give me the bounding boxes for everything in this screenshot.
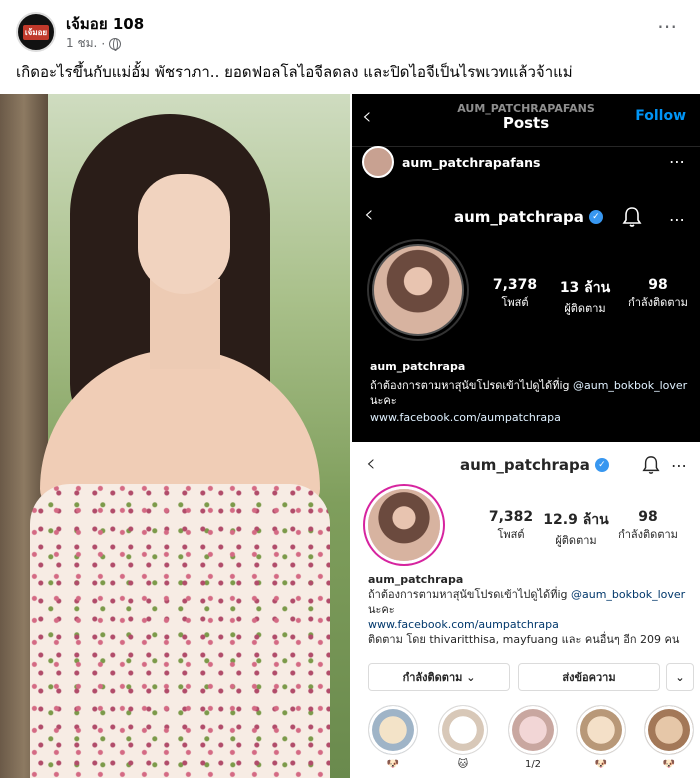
bio-link[interactable]: www.facebook.com/aumpatchrapa — [370, 410, 690, 425]
story-highlight[interactable] — [438, 705, 488, 755]
profile-username: aum_patchrapa ✓ — [454, 208, 603, 226]
post-photo[interactable] — [0, 94, 350, 778]
globe-icon — [109, 37, 122, 51]
following-button[interactable]: กำลังติดตาม ⌄ — [368, 663, 510, 691]
stat-followers[interactable]: 13 ล้าน ผู้ติดตาม — [550, 277, 620, 317]
suggested-dropdown-button[interactable]: ⌄ — [666, 663, 694, 691]
post-meta: 1 ชม. · — [66, 34, 122, 53]
highlight-label: 1/2 — [524, 759, 542, 770]
story-highlight[interactable] — [368, 705, 418, 755]
highlight-label: 🐶 — [386, 759, 400, 770]
highlight-label: 🐶 — [662, 759, 676, 770]
profile-picture[interactable] — [368, 489, 440, 561]
profile-bio: aum_patchrapa ถ้าต้องการตามหาสุนัขโปรดเข… — [368, 572, 694, 647]
stat-following[interactable]: 98 กำลังติดตาม — [608, 509, 688, 543]
stat-followers[interactable]: 12.9 ล้าน ผู้ติดตาม — [542, 509, 610, 549]
bell-icon[interactable] — [622, 206, 642, 228]
fan-account-avatar[interactable] — [362, 146, 394, 178]
bio-link[interactable]: www.facebook.com/aumpatchrapa — [368, 617, 694, 632]
post-more-icon[interactable]: ⋯ — [669, 152, 686, 171]
story-highlight[interactable] — [508, 705, 558, 755]
author-name[interactable]: เจ้มอย 108 — [66, 12, 144, 36]
followed-by[interactable]: ติดตาม โดย thivaritthisa, mayfuang และ ค… — [368, 632, 694, 647]
floral-dress — [30, 484, 330, 778]
ig-screenshot-dark[interactable]: ‹ AUM_PATCHRAPAFANS Posts Follow aum_pat… — [352, 94, 700, 442]
profile-username: aum_patchrapa ✓ — [460, 456, 609, 474]
profile-picture[interactable] — [372, 244, 464, 336]
back-arrow-icon[interactable]: ‹ — [366, 451, 376, 475]
story-highlight[interactable] — [644, 705, 694, 755]
stat-posts[interactable]: 7,382 โพสต์ — [478, 509, 544, 543]
post-time[interactable]: 1 ชม. — [66, 34, 97, 53]
verified-badge-icon: ✓ — [588, 210, 603, 224]
bio-mention[interactable]: @aum_bokbok_lover — [573, 379, 687, 392]
ig-screenshot-light[interactable]: ‹ aum_patchrapa ✓ ⋯ 7,382 โพสต์ 12.9 ล้า… — [352, 443, 700, 778]
profile-bio: aum_patchrapa ถ้าต้องการตามหาสุนัขโปรดเข… — [370, 359, 690, 425]
message-button[interactable]: ส่งข้อความ — [518, 663, 660, 691]
stat-following[interactable]: 98 กำลังติดตาม — [618, 277, 698, 311]
stat-posts[interactable]: 7,378 โพสต์ — [480, 277, 550, 311]
highlight-label: 🐱 — [457, 759, 469, 770]
profile-back-arrow-icon[interactable]: ‹ — [364, 202, 374, 226]
verified-badge-icon: ✓ — [594, 458, 609, 472]
avatar-logo-text: เจ้มอย — [22, 24, 50, 40]
bell-icon[interactable] — [642, 455, 660, 475]
post-username[interactable]: aum_patchrapafans — [402, 155, 540, 170]
bio-mention[interactable]: @aum_bokbok_lover — [571, 588, 685, 601]
follow-button[interactable]: Follow — [635, 108, 686, 124]
post-header: เจ้มอย เจ้มอย 108 1 ชม. · ⋯ — [0, 0, 700, 58]
highlight-label: 🐶 — [594, 759, 608, 770]
more-options-icon[interactable]: ⋯ — [657, 14, 678, 38]
woman-face — [138, 174, 230, 294]
profile-more-icon[interactable]: ⋯ — [671, 456, 688, 475]
profile-more-icon[interactable]: ⋯ — [669, 210, 686, 229]
story-highlight[interactable] — [576, 705, 626, 755]
author-avatar[interactable]: เจ้มอย — [16, 12, 56, 52]
post-caption: เกิดอะไรขึ้นกับแม่อั้ม พัชราภา.. ยอดฟอลโ… — [16, 63, 573, 81]
